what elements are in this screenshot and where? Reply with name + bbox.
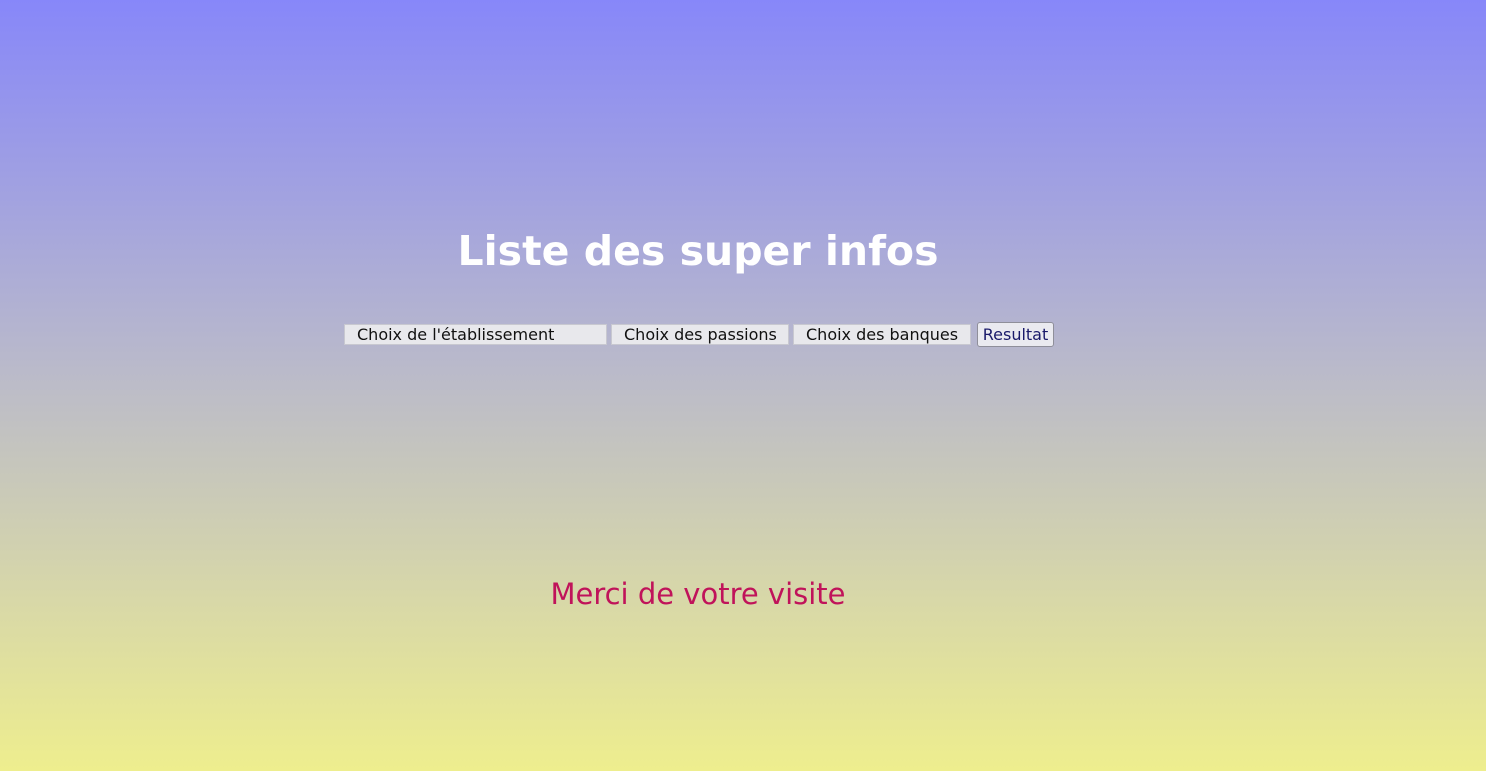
thanks-message: Merci de votre visite: [550, 577, 846, 611]
passions-select[interactable]: Choix des passions: [611, 324, 789, 345]
banques-select[interactable]: Choix des banques: [793, 324, 971, 345]
filter-bar: Choix de l'établissement Choix des passi…: [344, 322, 1054, 347]
page-title: Liste des super infos: [457, 227, 939, 275]
result-button[interactable]: Resultat: [977, 322, 1054, 347]
etablissement-select[interactable]: Choix de l'établissement: [344, 324, 607, 345]
